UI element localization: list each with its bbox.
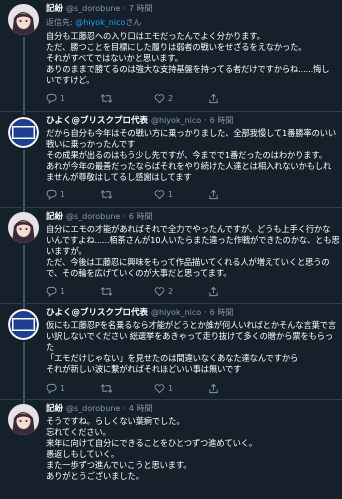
- tweet-thread: 記紛 @s_dorobune · 7 時間 返信先: @hiyok_nicoさん…: [0, 0, 342, 499]
- avatar[interactable]: [8, 212, 39, 243]
- reply-icon: [46, 286, 57, 297]
- tweet-actions: 1 1: [46, 382, 262, 394]
- author-handle[interactable]: @s_dorobune: [66, 211, 120, 222]
- author-name[interactable]: ひよく@ブリスクプロ代表: [46, 116, 148, 127]
- share-icon: [209, 286, 218, 296]
- share-button[interactable]: [208, 286, 262, 297]
- reply-icon: [46, 189, 57, 200]
- retweet-button[interactable]: [100, 93, 154, 104]
- author-handle[interactable]: @s_dorobune: [66, 3, 120, 14]
- avatar[interactable]: [8, 117, 39, 148]
- heart-icon: [154, 286, 165, 296]
- author-name[interactable]: ひよく@ブリスクプロ代表: [46, 308, 148, 319]
- reply-button[interactable]: 1: [46, 383, 100, 394]
- timestamp[interactable]: 6 時間: [129, 211, 153, 222]
- like-button[interactable]: 2: [154, 93, 208, 104]
- share-icon: [209, 383, 218, 393]
- avatar[interactable]: [8, 4, 39, 35]
- tweet-text: そうですね。らしくない葉痾でした。 忘れてください。 来年に向けて自分にできるこ…: [46, 416, 258, 482]
- retweet-icon: [100, 189, 113, 199]
- tweet-text: だから自分も今年はその戦い方に乗っかりました、全部我慢して1番勝率のいい 戦いに…: [46, 128, 337, 183]
- tweet[interactable]: 記紛 @s_dorobune · 6 時間 自分にエモの才能があればそれで全力で…: [0, 208, 342, 309]
- reply-icon: [46, 383, 57, 394]
- tweet-text: 自分にエモの才能があればそれで全力でやったんですが、どうも上手く行かな いんです…: [46, 224, 340, 279]
- reply-count: 1: [60, 383, 66, 393]
- share-button[interactable]: [208, 383, 262, 394]
- author-handle[interactable]: @hiyok_nico: [151, 307, 201, 318]
- share-button[interactable]: [208, 189, 262, 200]
- mention-link[interactable]: @hiyok_nico: [75, 18, 125, 27]
- thread-connector: [23, 150, 25, 212]
- tweet-actions: 1 1: [46, 188, 262, 200]
- heart-icon: [154, 383, 165, 393]
- tweet-text: 仮にも工藤忍Pを名乗るなら才能がどうとか誰が何人いればとかそんな言葉で言 い訳し…: [46, 320, 336, 375]
- author-handle[interactable]: @s_dorobune: [66, 403, 120, 414]
- author-name[interactable]: 記紛: [46, 212, 63, 223]
- reply-count: 1: [60, 189, 66, 199]
- avatar[interactable]: [8, 309, 39, 340]
- like-button[interactable]: 2: [154, 286, 208, 297]
- retweet-button[interactable]: [100, 383, 154, 394]
- retweet-icon: [100, 286, 113, 296]
- reply-button[interactable]: 1: [46, 286, 100, 297]
- thread-connector: [23, 342, 25, 405]
- retweet-button[interactable]: [100, 286, 154, 297]
- timestamp[interactable]: 6 時間: [210, 307, 234, 318]
- retweet-icon: [100, 383, 113, 393]
- author-handle[interactable]: @hiyok_nico: [151, 115, 201, 126]
- retweet-icon: [100, 93, 113, 103]
- like-button[interactable]: 1: [154, 189, 208, 200]
- tweet[interactable]: 記紛 @s_dorobune · 4 時間 そうですね。らしくない葉痾でした。 …: [0, 400, 342, 499]
- avatar[interactable]: [8, 404, 39, 435]
- like-count: 2: [168, 286, 174, 296]
- author-name[interactable]: 記紛: [46, 4, 63, 15]
- heart-icon: [154, 93, 165, 103]
- share-icon: [209, 189, 218, 199]
- like-count: 2: [168, 93, 174, 103]
- reply-count: 1: [60, 93, 66, 103]
- author-name[interactable]: 記紛: [46, 404, 63, 415]
- tweet-actions: 1 2: [46, 92, 262, 104]
- reply-count: 1: [60, 286, 66, 296]
- like-count: 1: [168, 189, 174, 199]
- like-button[interactable]: 1: [154, 383, 208, 394]
- timestamp[interactable]: 6 時間: [210, 115, 234, 126]
- heart-icon: [154, 189, 165, 199]
- timestamp[interactable]: 7 時間: [129, 3, 153, 14]
- share-button[interactable]: [208, 93, 262, 104]
- retweet-button[interactable]: [100, 189, 154, 200]
- tweet[interactable]: ひよく@ブリスクプロ代表 @hiyok_nico · 6 時間 だから自分も今年…: [0, 112, 342, 212]
- reply-button[interactable]: 1: [46, 93, 100, 104]
- like-count: 1: [168, 383, 174, 393]
- tweet[interactable]: ひよく@ブリスクプロ代表 @hiyok_nico · 6 時間 仮にも工藤忍Pを…: [0, 304, 342, 405]
- tweet-actions: 1 2: [46, 285, 262, 297]
- reply-icon: [46, 93, 57, 104]
- share-icon: [209, 93, 218, 103]
- tweet-text: 自分も工藤忍への入り口はエモだったんでよく分かります。 ただ、勝つことを目標にし…: [46, 31, 330, 86]
- timestamp[interactable]: 4 時間: [129, 403, 153, 414]
- thread-connector: [23, 245, 25, 309]
- thread-connector: [23, 37, 25, 115]
- reply-context: 返信先: @hiyok_nicoさん: [46, 18, 142, 27]
- reply-button[interactable]: 1: [46, 189, 100, 200]
- tweet[interactable]: 記紛 @s_dorobune · 7 時間 返信先: @hiyok_nicoさん…: [0, 0, 342, 115]
